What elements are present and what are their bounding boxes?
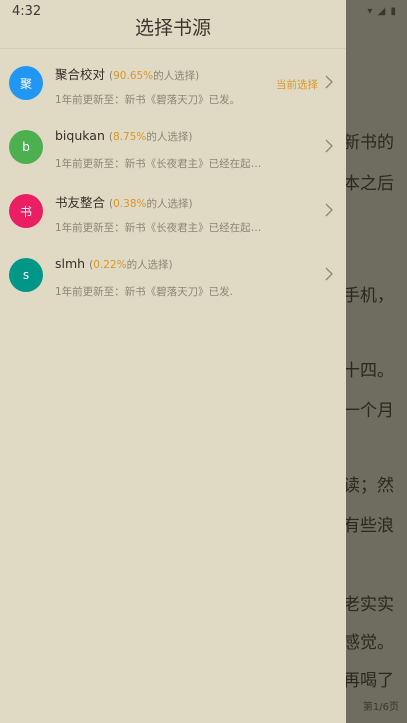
source-title-line: 聚合校对 (90.65%的人选择) xyxy=(55,64,199,83)
reader-text-line: 新书的 xyxy=(343,133,394,153)
share-percent: 8.75% xyxy=(112,131,147,143)
chevron-right-icon xyxy=(325,75,333,89)
reader-text-line: 十四。 xyxy=(343,361,394,381)
share-suffix: 的人选择) xyxy=(146,131,193,143)
share-percent: 90.65% xyxy=(113,70,154,82)
source-drawer: 4:32 选择书源 聚 聚合校对 (90.65%的人选择) 1年前更新至：新书《碧… xyxy=(0,0,346,723)
source-row[interactable]: 书 书友整合(0.38%的人选择) 1年前更新至：新书《长夜君主》已经在起点中文… xyxy=(0,178,346,242)
source-share: (90.65%的人选择) xyxy=(109,70,199,82)
reader-text-line: 本之后 xyxy=(343,174,394,194)
share-suffix: 的人选择) xyxy=(146,198,193,210)
source-avatar: s xyxy=(9,258,43,292)
source-name: slmh xyxy=(55,256,86,271)
share-percent: 0.22% xyxy=(93,259,127,271)
source-title-line: biqukan (8.75%的人选择) xyxy=(55,128,192,144)
avatar-letter: s xyxy=(22,268,30,282)
reader-text-line: 感觉。 xyxy=(343,633,394,653)
share-suffix: 的人选择) xyxy=(126,259,173,271)
share-suffix: 的人选择) xyxy=(153,70,200,82)
source-update: 1年前更新至：新书《碧落天刀》已发。 xyxy=(55,94,241,106)
source-title-line: 书友整合 (0.38%的人选择) xyxy=(55,192,193,211)
page-indicator: 第1/6页 xyxy=(362,702,399,713)
status-icons: ▾ ◢ ▮ xyxy=(367,6,397,17)
source-list: 聚 聚合校对 (90.65%的人选择) 1年前更新至：新书《碧落天刀》已发。 当前… xyxy=(0,50,346,306)
share-percent: 0.38% xyxy=(113,198,147,210)
source-row[interactable]: 聚 聚合校对 (90.65%的人选择) 1年前更新至：新书《碧落天刀》已发。 当前… xyxy=(0,50,346,114)
source-update: 1年前更新至：新书《碧落天刀》已发. xyxy=(55,286,234,298)
source-name: 书友整合 xyxy=(55,195,106,210)
source-update: 1年前更新至：新书《长夜君主》已经在起点中文网发布 xyxy=(55,158,270,170)
source-row[interactable]: b biqukan (8.75%的人选择) 1年前更新至：新书《长夜君主》已经在起… xyxy=(0,114,346,178)
source-avatar: 书 xyxy=(9,194,43,228)
reader-text-line: 一个月 xyxy=(343,401,394,421)
chevron-right-icon xyxy=(325,203,333,217)
source-avatar: b xyxy=(9,130,43,164)
current-selection-label: 当前选择 xyxy=(276,79,318,91)
reader-text-line: 老实实 xyxy=(343,595,394,615)
reader-text-line: 有些浪 xyxy=(343,516,394,536)
source-share: (8.75%的人选择) xyxy=(109,131,193,143)
chevron-right-icon xyxy=(325,139,333,153)
reader-text-line: 手机， xyxy=(343,286,394,306)
title-divider xyxy=(0,48,346,49)
reader-text-line: 读；然 xyxy=(343,476,394,496)
chevron-right-icon xyxy=(325,267,333,281)
reader-text-line: 再喝了 xyxy=(343,671,394,691)
avatar-letter: 书 xyxy=(19,204,32,219)
source-row[interactable]: s slmh (0.22%的人选择) 1年前更新至：新书《碧落天刀》已发. xyxy=(0,242,346,306)
drawer-title: 选择书源 xyxy=(134,17,211,39)
avatar-letter: 聚 xyxy=(19,76,32,91)
source-update: 1年前更新至：新书《长夜君主》已经在起点中文网发布 xyxy=(55,222,270,234)
source-name: 聚合校对 xyxy=(55,67,106,82)
source-name: biqukan xyxy=(55,128,105,143)
source-title-line: slmh (0.22%的人选择) xyxy=(55,256,173,272)
source-share: (0.38%的人选择) xyxy=(109,198,193,210)
avatar-letter: b xyxy=(22,140,30,154)
source-share: (0.22%的人选择) xyxy=(89,259,173,271)
source-avatar: 聚 xyxy=(9,66,43,100)
